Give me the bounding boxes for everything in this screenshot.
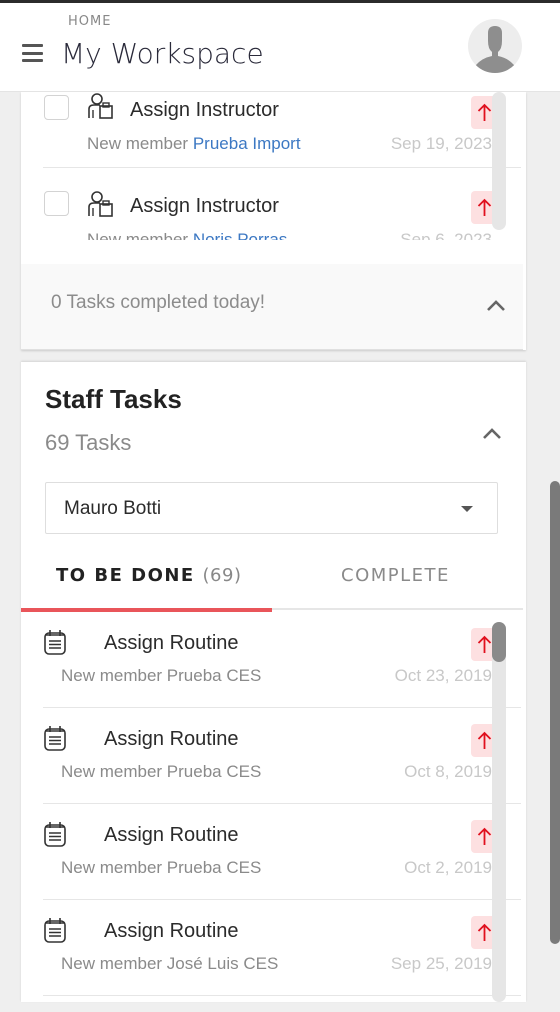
my-tasks-card: Assign Instructor New member Prueba Impo… [21,92,526,350]
caret-down-icon [461,506,473,512]
calendar-list-icon [44,630,66,655]
page-scrollbar-thumb[interactable] [550,481,560,944]
assign-instructor-icon [88,191,113,217]
task-subtitle: New member Prueba CES [61,858,262,877]
tab-to-be-done[interactable]: TO BE DONE (69) [21,548,272,612]
task-subtitle: New member Noris Porras [87,230,287,240]
completed-today-text: 0 Tasks completed today! [51,292,266,313]
staff-task-row[interactable]: Assign Routine New member Prueba CES Oct… [43,708,521,804]
task-title: Assign Routine [104,920,239,942]
staff-task-row[interactable]: Assign Routine New member José Luis CES … [43,900,521,996]
app-header: HOME My Workspace [0,3,560,92]
task-date: Sep 25, 2019 [390,954,492,973]
completed-today-bar[interactable]: 0 Tasks completed today! [21,264,523,350]
tab-complete[interactable]: COMPLETE [272,548,523,610]
task-row[interactable]: Assign Instructor New member Prueba Impo… [43,92,521,168]
staff-task-row[interactable]: Assign Routine New member Prueba CES Oct… [43,612,521,708]
task-subtitle: New member Prueba Import [87,134,301,154]
task-date: Sep 19, 2023 [390,134,492,153]
assign-instructor-icon [88,93,113,119]
task-subtitle: New member Prueba CES [61,666,262,685]
calendar-list-icon [44,726,66,751]
task-checkbox[interactable] [44,95,69,120]
my-tasks-list[interactable]: Assign Instructor New member Prueba Impo… [21,92,521,240]
user-silhouette-icon [476,26,514,73]
staff-tasks-count: 69 Tasks [45,430,132,455]
tab-complete-label: COMPLETE [341,565,450,586]
task-title: Assign Instructor [130,195,279,217]
task-subtitle-prefix: New member [87,134,189,153]
task-date: Oct 23, 2019 [394,666,492,685]
task-subtitle: New member Prueba CES [61,762,262,781]
task-subtitle-prefix: New member [87,230,189,240]
tab-to-be-done-label: TO BE DONE [56,565,195,586]
my-tasks-scrollbar[interactable] [492,92,506,230]
task-checkbox[interactable] [44,191,69,216]
staff-tasks-scrollbar-thumb[interactable] [492,622,506,662]
calendar-list-icon [44,822,66,847]
staff-tasks-card: Staff Tasks 69 Tasks Mauro Botti TO BE D… [21,362,526,1002]
task-title: Assign Instructor [130,99,279,121]
member-link[interactable]: Noris Porras [193,230,287,240]
task-date: Sep 6, 2023 [400,230,492,240]
task-row[interactable]: Assign Instructor New member Noris Porra… [43,176,521,240]
user-avatar[interactable] [468,19,522,73]
page-title: My Workspace [61,37,264,70]
staff-tasks-title: Staff Tasks [45,384,182,414]
staff-tasks-list[interactable]: Assign Routine New member Prueba CES Oct… [21,612,521,1012]
task-date: Oct 2, 2019 [404,858,492,877]
staff-task-row[interactable]: Assign Routine New member Prueba CES Oct… [43,804,521,900]
hamburger-menu-icon[interactable] [22,44,43,62]
task-date: Oct 8, 2019 [404,762,492,781]
task-title: Assign Routine [104,632,239,654]
calendar-list-icon [44,918,66,943]
member-link[interactable]: Prueba Import [193,134,301,153]
task-title: Assign Routine [104,728,239,750]
staff-tasks-scrollbar-track[interactable] [492,622,506,1002]
collapse-chevron-up-icon[interactable] [481,426,503,440]
staff-task-tabs: TO BE DONE (69) COMPLETE [21,548,523,612]
chevron-up-icon[interactable] [485,298,507,312]
breadcrumb[interactable]: HOME [68,14,111,29]
staff-member-select-value: Mauro Botti [64,498,162,519]
staff-member-select[interactable]: Mauro Botti [45,482,498,534]
task-title: Assign Routine [104,824,239,846]
task-subtitle: New member José Luis CES [61,954,279,973]
tab-to-be-done-count: (69) [202,565,242,586]
